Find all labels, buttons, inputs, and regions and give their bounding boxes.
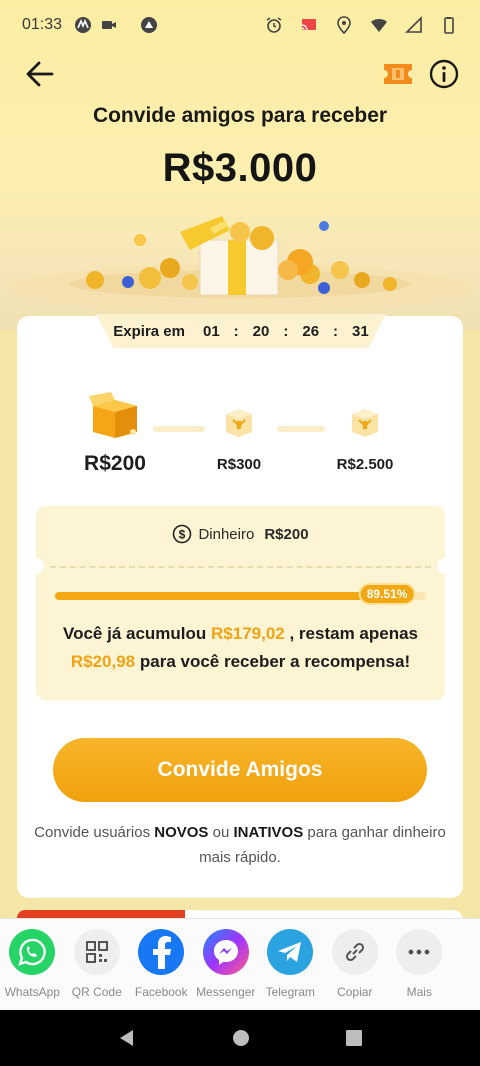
- share-whatsapp[interactable]: WhatsApp: [0, 929, 65, 1010]
- share-label: Copiar: [337, 985, 373, 999]
- share-facebook[interactable]: Facebook: [129, 929, 194, 1010]
- reward-value: R$200: [264, 525, 309, 543]
- invite-friends-button[interactable]: Convide Amigos: [53, 738, 427, 802]
- share-label: WhatsApp: [4, 985, 60, 999]
- progress-fill: [55, 592, 388, 600]
- step-label-current: R$200: [84, 452, 146, 475]
- svg-text:$: $: [179, 528, 186, 542]
- progress-bar: 89.51%: [55, 583, 426, 605]
- reward-steps: R$200 R$300 R$2.500: [17, 390, 463, 480]
- whatsapp-icon: [9, 929, 56, 975]
- progress-percent-badge: 89.51%: [358, 583, 416, 605]
- countdown-hours: 01: [202, 322, 220, 340]
- reward-amount: R$3.000: [162, 146, 318, 190]
- step-label: R$2.500: [336, 456, 394, 473]
- messenger-icon: [202, 929, 249, 975]
- app-icon: [141, 17, 158, 33]
- step-connector: [277, 426, 325, 432]
- facebook-icon: [138, 929, 185, 975]
- share-label: Messenger: [196, 985, 256, 999]
- step-label: R$300: [216, 456, 262, 473]
- countdown-separator: :: [233, 322, 239, 340]
- arrow-left-icon[interactable]: [22, 56, 58, 92]
- system-nav-bar: [0, 1010, 480, 1066]
- more-icon: [396, 929, 443, 975]
- countdown-minutes: 20: [252, 322, 270, 340]
- invite-card: Expira em 01 : 20 : 26 : 31 R$200 R$300 …: [17, 314, 463, 898]
- progress-message-text: , restam apenas: [289, 624, 418, 643]
- cast-icon: [301, 19, 316, 31]
- share-telegram[interactable]: Telegram: [258, 929, 323, 1010]
- step-connector: [153, 426, 205, 432]
- reward-type-label: Dinheiro: [198, 525, 255, 543]
- panel-notch: [437, 558, 453, 574]
- countdown-label: Expira em: [113, 322, 185, 340]
- locked-box-icon[interactable]: [349, 406, 381, 438]
- progress-message: Você já acumulou R$179,02 , restam apena…: [36, 620, 445, 676]
- invite-note: Convide usuários NOVOS ou INATIVOS para …: [17, 820, 463, 870]
- battery-icon: [444, 17, 454, 34]
- invite-note-bold: INATIVOS: [233, 824, 304, 841]
- ticket-icon[interactable]: [382, 59, 414, 89]
- top-bar: [0, 52, 480, 96]
- nav-home-icon[interactable]: [232, 1029, 250, 1047]
- progress-message-text: Você já acumulou: [63, 624, 207, 643]
- accumulated-amount: R$179,02: [211, 624, 285, 643]
- countdown-seconds: 26: [302, 322, 320, 340]
- telegram-icon: [267, 929, 314, 975]
- wifi-icon: [371, 19, 387, 32]
- nav-recents-icon[interactable]: [345, 1029, 363, 1047]
- share-qr-code[interactable]: QR Code: [65, 929, 130, 1010]
- reward-header: $ Dinheiro R$200: [36, 506, 445, 562]
- share-label: QR Code: [71, 985, 122, 999]
- nav-back-icon[interactable]: [117, 1028, 137, 1048]
- share-more[interactable]: Mais: [387, 929, 452, 1010]
- countdown-fraction: 31: [352, 322, 369, 340]
- link-icon: [331, 929, 378, 975]
- countdown-timer: Expira em 01 : 20 : 26 : 31: [96, 314, 386, 348]
- status-bar: 01:33: [0, 0, 480, 50]
- video-icon: [102, 21, 117, 29]
- panel-notch: [28, 558, 44, 574]
- remaining-amount: R$20,98: [70, 652, 136, 671]
- open-box-icon[interactable]: [89, 392, 141, 440]
- locked-box-icon[interactable]: [223, 406, 255, 438]
- countdown-separator: :: [333, 322, 339, 340]
- reward-panel: $ Dinheiro R$200 89.51% Você já acumulou…: [28, 506, 453, 700]
- dollar-coin-icon: $: [173, 524, 192, 544]
- share-bar: WhatsApp QR Code Facebook Messenger Tele…: [0, 918, 480, 1010]
- invite-note-text: Convide usuários: [34, 824, 151, 841]
- divider: [50, 566, 431, 568]
- share-label: Facebook: [134, 985, 188, 999]
- status-time: 01:33: [22, 16, 63, 33]
- info-icon[interactable]: [428, 58, 460, 90]
- next-card-accent: [17, 910, 185, 918]
- progress-message-text: para você receber a recompensa!: [139, 652, 411, 671]
- countdown-separator: :: [283, 322, 289, 340]
- alarm-icon: [266, 17, 282, 33]
- share-copy-link[interactable]: Copiar: [323, 929, 388, 1010]
- share-messenger[interactable]: Messenger: [194, 929, 259, 1010]
- location-icon: [337, 16, 351, 34]
- gift-illustration: [10, 216, 470, 312]
- invite-note-bold: NOVOS: [154, 824, 209, 841]
- share-label: Mais: [406, 985, 432, 999]
- motorola-icon: [75, 17, 92, 33]
- signal-icon: [405, 16, 422, 33]
- share-label: Telegram: [265, 985, 315, 999]
- invite-note-text: ou: [212, 824, 230, 841]
- qr-code-icon: [73, 929, 120, 975]
- page-title: Convide amigos para receber: [92, 104, 388, 127]
